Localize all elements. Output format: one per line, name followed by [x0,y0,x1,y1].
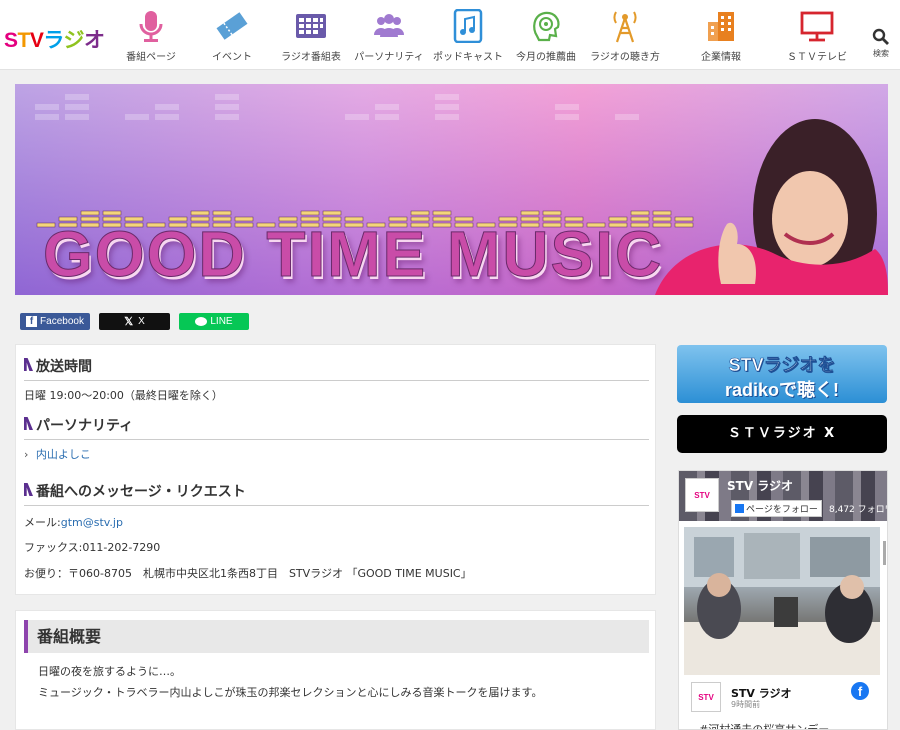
x-logo-icon: 𝕏 [124,316,134,328]
message-heading: 番組へのメッセージ・リクエスト [24,481,649,506]
x-share-button[interactable]: 𝕏 X [99,313,170,330]
radiko-line-2: radikoで聴く! [724,380,839,400]
nav-label: 番組ページ [126,52,176,63]
summary-line-2: ミュージック・トラベラー内山よしこが珠玉の邦楽セレクションと心にしみる音楽トーク… [38,686,543,699]
post-address-text: お便り：〒060-8705 札幌市中央区北1条西8丁目 STVラジオ 「GOOD… [24,567,472,580]
site-header: STVラジオ 番組ページ イベント ラジオ番組表 パーソナリティ ポッドキャスト… [0,0,900,70]
microphone-icon [139,11,163,42]
people-icon [374,14,404,37]
search-button[interactable]: 検索 [866,28,896,59]
personality-heading: パーソナリティ [24,415,649,440]
program-banner: GOOD TIME MUSIC [15,84,888,295]
nav-label: イベント [212,52,252,63]
post-author-avatar[interactable]: STV [691,682,721,712]
radiko-banner[interactable]: STVラジオを radikoで聴く! [677,345,887,403]
nav-label: ラジオの聴き方 [590,52,660,63]
line-share-label: LINE [210,316,233,327]
facebook-icon[interactable]: f [851,682,869,700]
follower-count: 8,472 フォロワー [829,505,887,515]
facebook-follow-button[interactable]: ページをフォロー [731,500,822,517]
nav-monthly-recommended[interactable]: 今月の推薦曲 [505,9,587,63]
nav-label: ラジオ番組表 [281,52,341,63]
summary-heading: 番組概要 [24,620,649,653]
nav-label: ポッドキャスト [433,52,503,63]
nav-program-page[interactable]: 番組ページ [110,9,192,63]
facebook-post-photo [684,527,880,675]
post-text: #河村通夫の桜亭サンデー [699,723,830,730]
search-label: 検索 [873,49,889,58]
banner-title: GOOD TIME MUSIC [42,218,664,290]
nav-label: ＳＴＶテレビ [787,52,847,63]
nav-radio-schedule[interactable]: ラジオ番組表 [270,9,352,63]
ticket-icon [216,12,248,40]
facebook-share-label: Facebook [40,316,84,327]
x-share-label: X [138,316,145,327]
tv-icon [800,11,834,42]
post-time: 9時間前 [731,700,761,709]
program-summary-card: 番組概要 日曜の夜を旅するように…。 ミュージック・トラベラー内山よしこが珠玉の… [15,610,656,730]
building-icon [708,12,734,41]
nav-label: 今月の推薦曲 [516,52,576,63]
antenna-icon [613,11,637,43]
follow-label: ページをフォロー [746,505,818,515]
nav-how-to-listen[interactable]: ラジオの聴き方 [584,9,666,63]
line-icon [195,317,208,326]
facebook-icon: f [26,316,38,327]
summary-line-1: 日曜の夜を旅するように…。 [38,665,181,678]
personality-row: › 内山よしこ [24,446,91,462]
facebook-share-button[interactable]: f Facebook [20,313,90,330]
schedule-grid-icon [296,14,326,38]
nav-stv-tv[interactable]: ＳＴＶテレビ [776,9,858,63]
airtime-text: 日曜 19:00～20:00（最終日曜を除く） [24,389,223,402]
nav-event[interactable]: イベント [191,9,273,63]
personality-link[interactable]: 内山よしこ [36,448,91,461]
podcast-icon [453,9,483,43]
nav-company-info[interactable]: 企業情報 [680,9,762,63]
mail-label: メール: [24,516,61,529]
stv-radio-x-button[interactable]: ＳＴＶラジオ X [677,415,887,453]
nav-personality[interactable]: パーソナリティ [348,9,430,63]
widget-scrollbar[interactable] [883,541,886,565]
chevron-right-icon: › [24,448,29,461]
fax-text: ファックス:011-202-7290 [24,541,161,554]
stv-radio-logo[interactable]: STVラジオ [4,24,105,54]
facebook-page-widget: STV STV ラジオ ページをフォロー 8,472 フォロワー STV STV… [678,470,888,730]
facebook-small-icon [735,504,744,513]
stv-radio-avatar[interactable]: STV [685,478,719,512]
music-note-icon [533,11,560,42]
nav-podcast[interactable]: ポッドキャスト [427,9,509,63]
line-share-button[interactable]: LINE [179,313,249,330]
program-info-card: 放送時間 日曜 19:00～20:00（最終日曜を除く） パーソナリティ › 内… [15,344,656,595]
radiko-line-1: STVラジオを [728,355,836,376]
airtime-heading: 放送時間 [24,356,649,381]
facebook-page-name[interactable]: STV ラジオ [727,477,793,494]
nav-label: 企業情報 [701,52,741,63]
search-icon [872,28,889,45]
nav-label: パーソナリティ [354,52,424,63]
mail-link[interactable]: gtm@stv.jp [61,516,123,529]
mail-row: メール:gtm@stv.jp [24,514,123,530]
